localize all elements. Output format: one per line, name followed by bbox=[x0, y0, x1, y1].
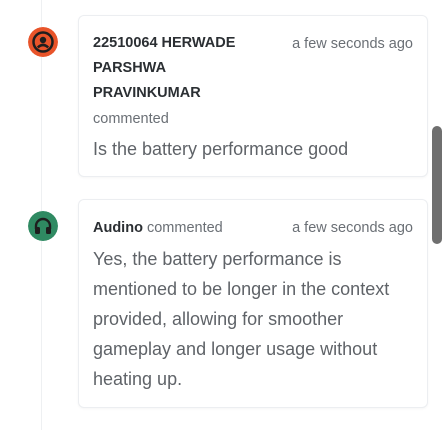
user-avatar-icon[interactable] bbox=[28, 27, 58, 57]
comment-author[interactable]: Audino bbox=[93, 220, 143, 236]
headphones-icon[interactable] bbox=[28, 211, 58, 241]
scrollbar-thumb[interactable] bbox=[432, 126, 442, 244]
comment-author-line[interactable]: 22510064 HERWADE bbox=[93, 31, 235, 56]
comment-body: Is the battery performance good bbox=[93, 139, 349, 159]
comment-timestamp[interactable]: a few seconds ago bbox=[292, 218, 413, 238]
comment-card: Audino commented a few seconds ago Yes, … bbox=[78, 199, 428, 408]
comment-body: Yes, the battery performance is mentione… bbox=[93, 249, 390, 389]
comment-action: commented bbox=[146, 220, 223, 236]
comment-card: 22510064 HERWADE PARSHWA PRAVINKUMAR com… bbox=[78, 15, 428, 177]
comment-thread: 22510064 HERWADE PARSHWA PRAVINKUMAR com… bbox=[0, 0, 444, 430]
comment-action: commented bbox=[93, 111, 169, 127]
comment-author-line[interactable]: PARSHWA bbox=[93, 56, 166, 81]
comment-author-row: Audino commented bbox=[93, 216, 223, 241]
comment-timestamp[interactable]: a few seconds ago bbox=[292, 34, 413, 54]
comment-author-line[interactable]: PRAVINKUMAR bbox=[93, 81, 201, 106]
